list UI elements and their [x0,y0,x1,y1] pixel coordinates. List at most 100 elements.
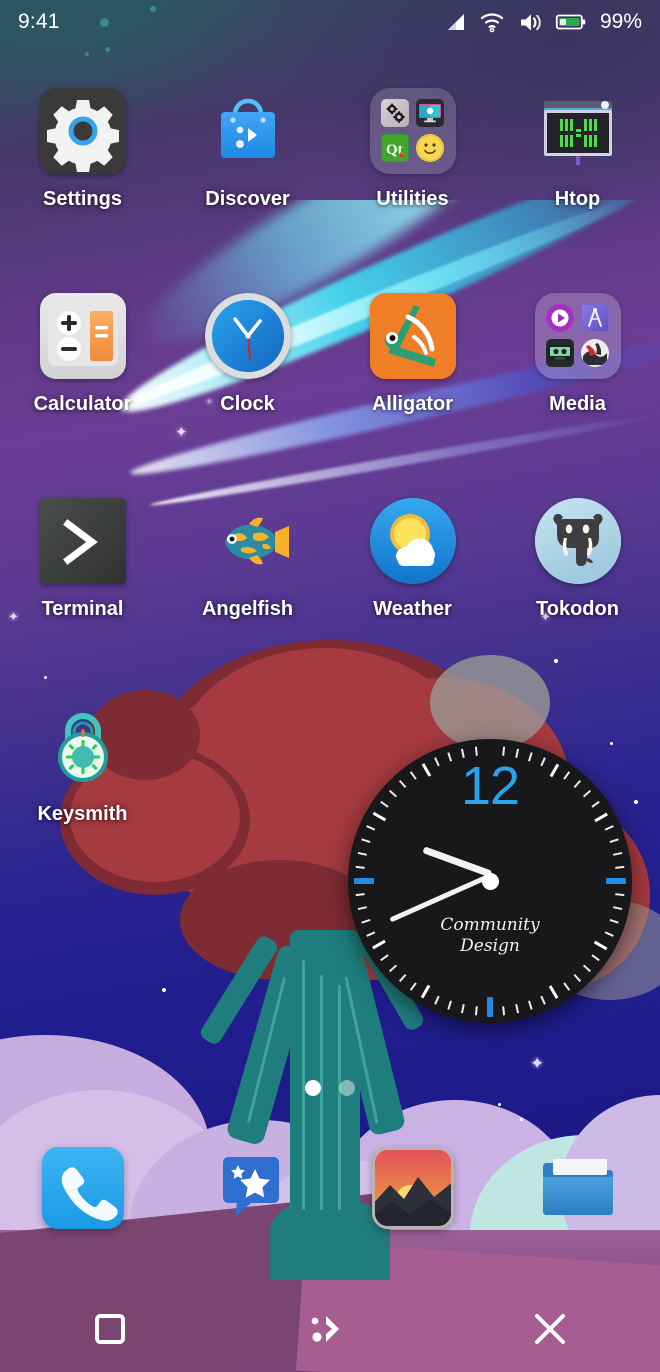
app-label: Keysmith [37,803,128,825]
app-folder-utilities[interactable]: Qt Utilities [330,88,495,293]
app-label: Htop [554,188,601,210]
volume-icon [518,12,542,33]
clock-tick [394,973,407,987]
app-angelfish[interactable]: Angelfish [165,498,330,703]
app-grid-row: Terminal Angelfish Weather Tokodon [0,498,660,703]
app-alligator[interactable]: Alligator [330,293,495,498]
app-folder-media[interactable]: Media [495,293,660,498]
app-label: Angelfish [201,598,294,620]
close-x-icon [530,1309,570,1349]
app-label: Settings [43,188,122,210]
photo-art-icon [580,339,609,367]
status-bar: 9:41 99% [0,0,660,44]
app-grid-row: Calculator Clock Alligator Media [0,293,660,498]
app-slot-empty [330,703,495,908]
app-slot-empty [495,703,660,908]
gallery-sunset-icon [371,1147,454,1229]
app-slot-empty [165,703,330,908]
app-keysmith[interactable]: Keysmith [0,703,165,908]
folder-utilities-icon: Qt [369,88,456,174]
clock-tick [527,1000,534,1017]
files-folder-icon [537,1147,619,1229]
app-label: Clock [220,393,275,415]
video-play-icon [545,304,574,332]
calculator-icon [39,293,126,379]
cassette-tape-icon [545,339,574,367]
wallpaper-star [498,1103,501,1106]
dock [0,1108,660,1268]
battery-percent: 99% [599,10,642,33]
wifi-icon [480,12,504,33]
wallpaper-speck [105,47,110,52]
htop-terminal-icon [535,88,621,174]
app-discover[interactable]: Discover [165,88,330,293]
clock-tick [418,985,431,1004]
clock-tick [549,985,561,1005]
navigation-bar [0,1286,660,1372]
dock-item-files[interactable] [495,1147,660,1229]
app-weather[interactable]: Weather [330,498,495,703]
page-indicator[interactable] [0,1080,660,1096]
app-grid-row: Keysmith [0,703,660,908]
app-label: Discover [205,188,290,210]
app-label: Weather [373,598,452,620]
discover-bag-icon [205,88,291,174]
page-dot[interactable] [305,1080,321,1096]
weather-sun-cloud-icon [369,498,456,584]
qt-logo-icon: Qt [380,134,409,162]
clock-tick [445,1000,453,1017]
terminal-prompt-icon [39,498,126,584]
app-calculator[interactable]: Calculator [0,293,165,498]
wallpaper-star [162,988,166,992]
clock-tick [540,995,547,1011]
app-grid-row: Settings Discover Qt Utilities Htop [0,88,660,293]
app-tokodon[interactable]: Tokodon [495,498,660,703]
nav-close-button[interactable] [440,1309,660,1349]
drafting-compass-icon [580,304,609,332]
settings-gear-icon [39,88,126,174]
wallpaper-speck [85,52,89,56]
clock-tick [431,995,440,1011]
signal-icon [444,12,466,32]
app-terminal[interactable]: Terminal [0,498,165,703]
nav-overview-button[interactable] [0,1312,220,1346]
app-label: Tokodon [536,598,619,620]
clock-tick [384,964,398,976]
app-label: Alligator [371,393,454,415]
clock-tick [459,1004,465,1020]
app-label: Utilities [376,188,449,210]
angelfish-globe-icon [205,498,291,584]
clock-tick [582,964,596,976]
clock-tick [474,1006,478,1022]
dock-item-phone[interactable] [0,1147,165,1229]
app-grid: Settings Discover Qt Utilities Htop Calc… [0,88,660,908]
nav-home-button[interactable] [220,1312,440,1346]
folder-media-icon [534,293,621,379]
tokodon-elephant-icon [534,498,621,584]
clock-tick [515,1004,520,1020]
messages-star-bubble-icon [207,1147,289,1229]
square-overview-icon [93,1312,127,1346]
plasma-home-icon [309,1312,351,1346]
app-settings[interactable]: Settings [0,88,165,293]
clock-tick [502,1006,506,1022]
display-monitor-icon [415,99,444,127]
app-label: Calculator [33,393,132,415]
page-dot[interactable] [339,1080,355,1096]
status-time: 9:41 [18,10,60,33]
app-clock[interactable]: Clock [165,293,330,498]
clock-tick [573,973,585,988]
app-htop[interactable]: Htop [495,88,660,293]
app-label: Media [549,393,606,415]
system-gears-icon [380,99,409,127]
battery-icon [555,13,586,31]
keysmith-padlock-icon [40,703,126,789]
smiley-face-icon [415,134,444,162]
alligator-icon [369,293,456,379]
home-screen: ✦ ✦ ✦ ✦ ✦ 9:41 99% Settings Discover Qt … [0,0,660,1372]
phone-handset-icon [41,1147,124,1229]
clock-tick [406,982,417,996]
dock-item-messages[interactable] [165,1147,330,1229]
dock-item-gallery[interactable] [330,1147,495,1229]
clock-tick [563,982,573,997]
